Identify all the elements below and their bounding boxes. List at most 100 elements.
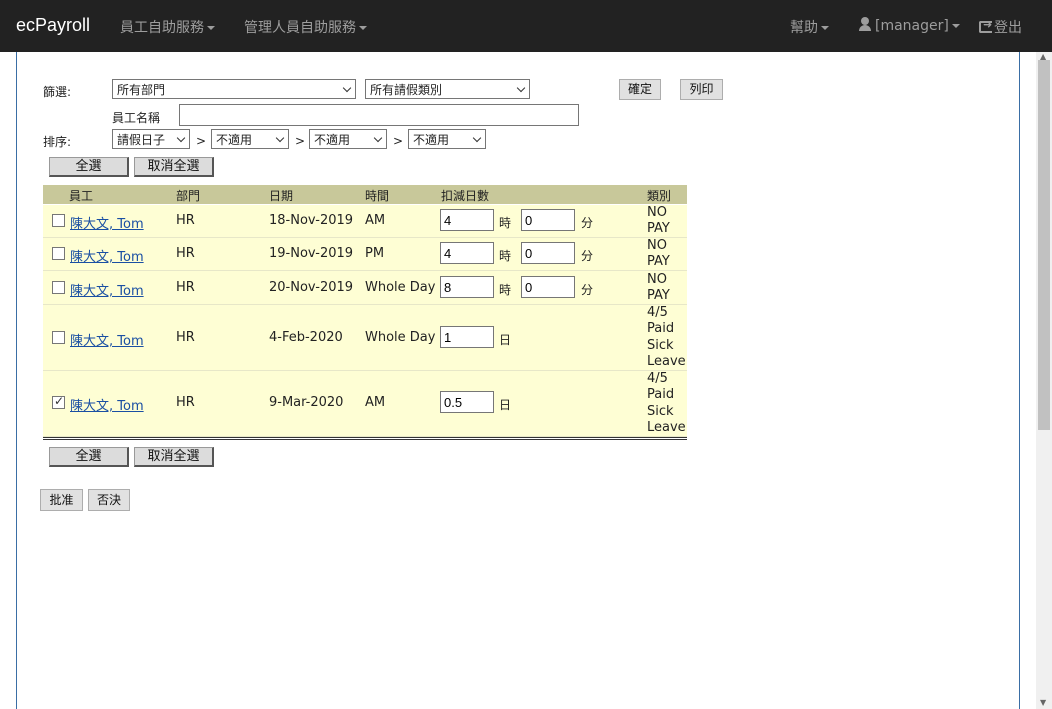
employee-link[interactable]: 陳大文, Tom	[70, 246, 144, 265]
hours-input[interactable]	[440, 209, 494, 231]
employee-name-input[interactable]	[179, 104, 579, 126]
date-cell: 4-Feb-2020	[269, 330, 343, 345]
sort-select-4[interactable]: 不適用	[408, 129, 486, 149]
category-line: 4/5	[647, 371, 668, 386]
header-employee: 員工	[69, 189, 94, 203]
confirm-button[interactable]: 確定	[619, 79, 661, 100]
time-cell: Whole Day	[365, 280, 436, 295]
hour-unit: 時	[499, 216, 512, 230]
table-row: 陳大文, Tom HR 4-Feb-2020 Whole Day 日 4/5 P…	[43, 305, 687, 371]
department-cell: HR	[176, 395, 195, 410]
row-checkbox[interactable]	[52, 281, 65, 294]
leave-table: 員工 部門 日期 時間 扣減日數 類別 陳大文, Tom HR 18-Nov-2…	[43, 185, 687, 440]
reject-button[interactable]: 否決	[88, 489, 130, 511]
sort-select-3-value: 不適用	[314, 133, 351, 147]
days-input[interactable]	[440, 391, 494, 413]
row-checkbox[interactable]	[52, 331, 65, 344]
time-cell: AM	[365, 395, 386, 410]
chevron-down-icon	[275, 133, 285, 143]
sort-separator: >	[393, 134, 404, 148]
header-department: 部門	[176, 189, 201, 203]
hour-unit: 時	[499, 249, 512, 263]
scroll-thumb[interactable]	[1038, 60, 1050, 430]
hours-input[interactable]	[440, 242, 494, 264]
row-checkbox[interactable]	[52, 247, 65, 260]
sort-select-4-value: 不適用	[413, 133, 450, 147]
menu-help-label: 幫助	[790, 20, 818, 36]
row-checkbox[interactable]	[52, 214, 65, 227]
sort-select-2[interactable]: 不適用	[211, 129, 289, 149]
category-line: Leave	[647, 353, 686, 369]
department-select[interactable]: 所有部門	[112, 79, 356, 99]
employee-name-label: 員工名稱	[112, 111, 161, 125]
menu-employee-self-service[interactable]: 員工自助服務	[120, 17, 215, 37]
chevron-down-icon	[342, 83, 352, 93]
menu-manager-label: 管理人員自助服務	[244, 20, 356, 36]
minutes-input[interactable]	[521, 242, 575, 264]
table-row: 陳大文, Tom HR 19-Nov-2019 PM 時 分 NO PAY	[43, 238, 687, 271]
select-all-button-bottom[interactable]: 全選	[49, 447, 129, 467]
department-cell: HR	[176, 213, 195, 228]
category-line: Sick	[647, 337, 674, 353]
leave-type-select[interactable]: 所有請假類別	[365, 79, 530, 99]
caret-down-icon	[359, 26, 367, 30]
chevron-down-icon	[516, 83, 526, 93]
row-checkbox[interactable]	[52, 394, 65, 409]
category-line: Leave	[647, 419, 686, 435]
deselect-all-button-bottom[interactable]: 取消全選	[134, 447, 214, 467]
leave-type-select-value: 所有請假類別	[370, 83, 443, 97]
header-deduct-days: 扣減日數	[441, 189, 490, 203]
table-row: 陳大文, Tom HR 9-Mar-2020 AM 日 4/5 Paid Sic…	[43, 371, 687, 437]
hour-unit: 時	[499, 283, 512, 297]
chevron-down-icon	[472, 133, 482, 143]
minute-unit: 分	[581, 249, 594, 263]
department-cell: HR	[176, 330, 195, 345]
header-time: 時間	[365, 189, 390, 203]
filter-label: 篩選:	[43, 85, 72, 99]
scroll-down-icon[interactable]: ▼	[1040, 698, 1046, 707]
chevron-down-icon	[176, 133, 186, 143]
menu-manager-self-service[interactable]: 管理人員自助服務	[244, 17, 367, 37]
print-button[interactable]: 列印	[680, 79, 723, 100]
chevron-down-icon	[373, 133, 383, 143]
caret-down-icon	[207, 26, 215, 30]
employee-link[interactable]: 陳大文, Tom	[70, 395, 144, 414]
minutes-input[interactable]	[521, 209, 575, 231]
employee-link[interactable]: 陳大文, Tom	[70, 330, 144, 349]
days-input[interactable]	[440, 326, 494, 348]
menu-user[interactable]: [manager]	[858, 17, 960, 34]
logout-icon	[979, 18, 992, 33]
select-all-button-top[interactable]: 全選	[49, 157, 129, 177]
brand-logo[interactable]: ecPayroll	[16, 15, 90, 36]
category-line: Sick	[647, 403, 674, 419]
category-line: 4/5	[647, 305, 668, 320]
sort-separator: >	[295, 134, 306, 148]
category-line: PAY	[647, 288, 670, 304]
category-cell: NO PAY	[647, 238, 670, 271]
sort-select-1[interactable]: 請假日子	[112, 129, 190, 149]
menu-employee-label: 員工自助服務	[120, 20, 204, 36]
date-cell: 18-Nov-2019	[269, 213, 354, 228]
deselect-all-button-top[interactable]: 取消全選	[134, 157, 214, 177]
menu-user-label: [manager]	[875, 18, 949, 34]
vertical-scrollbar[interactable]: ▲ ▼	[1036, 52, 1052, 709]
category-line: Paid	[647, 321, 675, 337]
sort-separator: >	[196, 134, 207, 148]
minutes-input[interactable]	[521, 276, 575, 298]
category-cell: NO PAY	[647, 272, 670, 305]
sort-select-2-value: 不適用	[216, 133, 253, 147]
approve-button[interactable]: 批准	[40, 489, 83, 511]
logout-link[interactable]: 登出	[979, 17, 1022, 37]
sort-select-3[interactable]: 不適用	[309, 129, 387, 149]
employee-link[interactable]: 陳大文, Tom	[70, 280, 144, 299]
category-cell: 4/5 Paid Sick Leave	[647, 371, 686, 436]
table-row: 陳大文, Tom HR 18-Nov-2019 AM 時 分 NO PAY	[43, 205, 687, 238]
caret-down-icon	[951, 24, 960, 28]
category-line: PAY	[647, 254, 670, 270]
sort-label: 排序:	[43, 135, 72, 149]
menu-help[interactable]: 幫助	[790, 17, 829, 37]
date-cell: 20-Nov-2019	[269, 280, 354, 295]
category-line: NO	[647, 238, 667, 253]
employee-link[interactable]: 陳大文, Tom	[70, 213, 144, 232]
hours-input[interactable]	[440, 276, 494, 298]
